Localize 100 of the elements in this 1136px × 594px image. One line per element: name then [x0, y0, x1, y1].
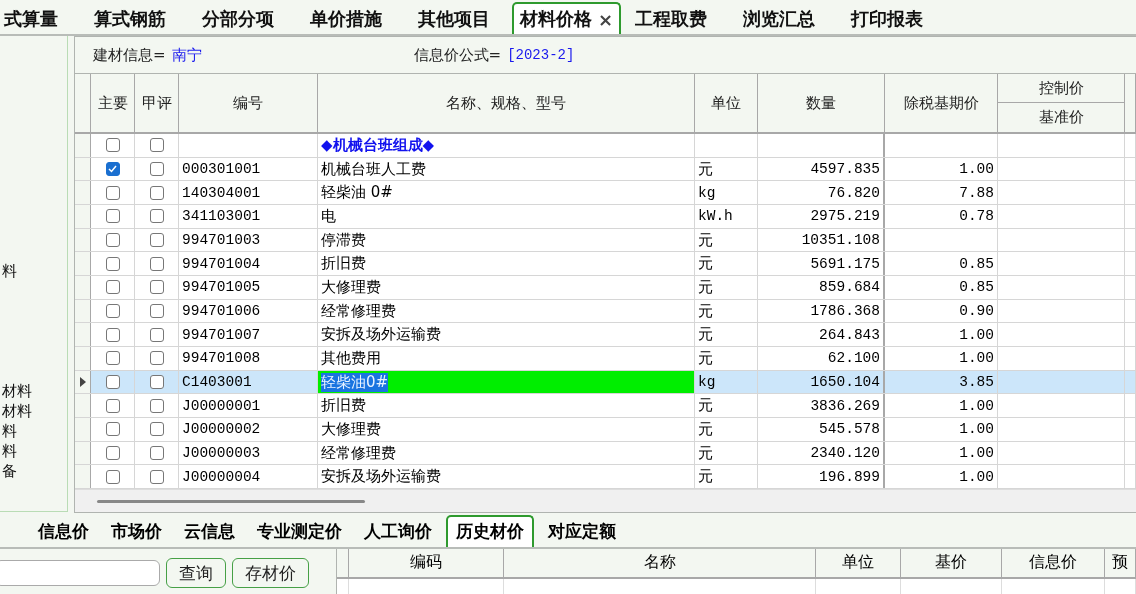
checkbox[interactable] [105, 327, 120, 342]
row-pointer-icon [79, 377, 86, 388]
price-source-tab[interactable]: 对应定额 [540, 516, 624, 547]
table-row[interactable]: 994701003 停滞费 元 10351.108 [75, 228, 1136, 253]
row-header-cell[interactable] [75, 276, 91, 299]
table-row[interactable]: J00000001 折旧费 元 3836.269 1.00 [75, 394, 1136, 419]
module-tab[interactable]: 浏览汇总 [729, 4, 830, 34]
table-row[interactable]: 000301001 机械台班人工费 元 4597.835 1.00 [75, 157, 1136, 182]
table-cell: 元 [695, 441, 758, 465]
table-cell: 电 [318, 205, 695, 228]
search-field[interactable] [0, 560, 160, 587]
selected-text: 轻柴油0# [321, 372, 389, 392]
row-header-cell[interactable] [75, 228, 91, 252]
module-tab[interactable]: 材料价格 × [512, 2, 622, 34]
row-header-cell[interactable] [75, 323, 91, 347]
checkbox[interactable] [149, 422, 164, 437]
row-header-cell[interactable] [75, 252, 91, 276]
sidebar-item[interactable]: 料 [2, 261, 17, 281]
checkbox[interactable] [105, 398, 120, 413]
row-header-cell[interactable] [75, 394, 91, 418]
checkbox[interactable] [149, 398, 164, 413]
checkbox[interactable] [105, 304, 120, 319]
table-row[interactable]: 994701007 安拆及场外运输费 元 264.843 1.00 [75, 323, 1136, 348]
table-row[interactable]: J00000003 经常修理费 元 2340.120 1.00 [75, 441, 1136, 466]
table-cell: 经常修理费 [318, 441, 695, 465]
table-cell: 994701004 [179, 252, 318, 276]
module-tab[interactable]: 工程取费 [621, 4, 722, 34]
table-row[interactable]: ◆机械台班组成◆ [75, 134, 1136, 158]
sidebar-item[interactable]: 备 [2, 461, 17, 481]
checkbox[interactable] [149, 233, 164, 247]
checkbox[interactable] [105, 375, 120, 390]
checkbox[interactable] [105, 162, 120, 176]
checkbox[interactable] [149, 256, 164, 271]
sidebar-item[interactable]: 材料 [2, 401, 32, 421]
row-header-cell[interactable] [75, 347, 91, 370]
checkbox[interactable] [105, 233, 120, 247]
table-row[interactable]: 341103001 电 kW.h 2975.219 0.78 [75, 205, 1136, 229]
checkbox[interactable] [149, 469, 164, 484]
table-row[interactable]: 994701008 其他费用 元 62.100 1.00 [75, 347, 1136, 371]
price-source-tab[interactable]: 信息价 [30, 516, 97, 547]
table-row[interactable]: 994701004 折旧费 元 5691.175 0.85 [75, 252, 1136, 277]
checkbox[interactable] [149, 209, 164, 224]
formula-value[interactable]: [2023-2] [507, 47, 575, 63]
checkbox[interactable] [105, 256, 120, 271]
checkbox[interactable] [149, 304, 164, 319]
row-header-cell[interactable] [75, 370, 91, 394]
table-row[interactable]: J00000002 大修理费 元 545.578 1.00 [75, 418, 1136, 442]
checkbox[interactable] [105, 422, 120, 437]
sidebar-item[interactable]: 材料 [2, 381, 32, 401]
checkbox[interactable] [105, 351, 120, 366]
checkbox[interactable] [149, 327, 164, 342]
checkbox[interactable] [149, 138, 164, 153]
table-row[interactable]: 994701006 经常修理费 元 1786.368 0.90 [75, 299, 1136, 324]
sidebar-item[interactable]: 料 [2, 421, 17, 441]
row-header-cell[interactable] [75, 441, 91, 465]
checkbox[interactable] [105, 138, 120, 153]
module-tab[interactable]: 算式钢筋 [80, 4, 180, 34]
horizontal-scrollbar[interactable] [75, 489, 1136, 512]
material-info-value[interactable]: 南宁 [171, 45, 202, 65]
row-header-cell[interactable] [75, 205, 91, 228]
table-cell: 其他费用 [318, 347, 695, 370]
price-source-tab[interactable]: 历史材价 [446, 514, 534, 547]
search-button[interactable]: 存材价 [232, 558, 309, 589]
table-row[interactable]: J00000004 安拆及场外运输费 元 196.899 1.00 [75, 465, 1136, 489]
checkbox[interactable] [149, 446, 164, 461]
checkbox[interactable] [149, 185, 164, 200]
checkbox[interactable] [105, 280, 120, 295]
checkbox[interactable] [105, 185, 120, 200]
price-source-tab[interactable]: 人工询价 [356, 516, 440, 547]
sidebar-item[interactable]: 料 [2, 441, 17, 461]
column-header: 名称 [504, 548, 816, 579]
module-tab[interactable]: 分部分项 [188, 4, 288, 34]
module-tab[interactable]: 单价措施 [296, 4, 396, 34]
search-button[interactable]: 查询 [166, 558, 226, 589]
row-header-cell[interactable] [75, 181, 91, 204]
row-header-cell[interactable] [75, 465, 91, 489]
price-source-tab[interactable]: 专业测定价 [249, 516, 350, 547]
row-header-cell[interactable] [75, 299, 91, 323]
row-header-cell[interactable] [75, 134, 91, 157]
checkbox[interactable] [149, 351, 164, 366]
module-tab[interactable]: 打印报表 [837, 4, 938, 34]
table-cell: 1.00 [885, 465, 998, 489]
row-header-cell[interactable] [75, 157, 91, 181]
module-tab[interactable]: 式算量 [0, 4, 72, 34]
checkbox[interactable] [149, 280, 164, 295]
table-row[interactable]: 994701005 大修理费 元 859.684 0.85 [75, 276, 1136, 300]
table-row[interactable]: 140304001 轻柴油 0# kg 76.820 7.88 [75, 181, 1136, 205]
checkbox[interactable] [105, 446, 120, 461]
price-source-tab[interactable]: 云信息 [176, 516, 243, 547]
checkbox[interactable] [105, 469, 120, 484]
checkbox[interactable] [149, 162, 164, 176]
table-cell: 停滞费 [318, 228, 695, 252]
close-icon[interactable]: × [598, 8, 614, 30]
price-source-tab[interactable]: 市场价 [103, 516, 170, 547]
editing-cell[interactable]: 轻柴油0# [318, 370, 695, 394]
row-header-cell[interactable] [75, 418, 91, 441]
checkbox[interactable] [105, 209, 120, 224]
checkbox[interactable] [149, 375, 164, 390]
table-row[interactable]: C1403001 轻柴油0# kg 1650.104 3.85 [75, 370, 1136, 395]
module-tab[interactable]: 其他项目 [404, 4, 504, 34]
